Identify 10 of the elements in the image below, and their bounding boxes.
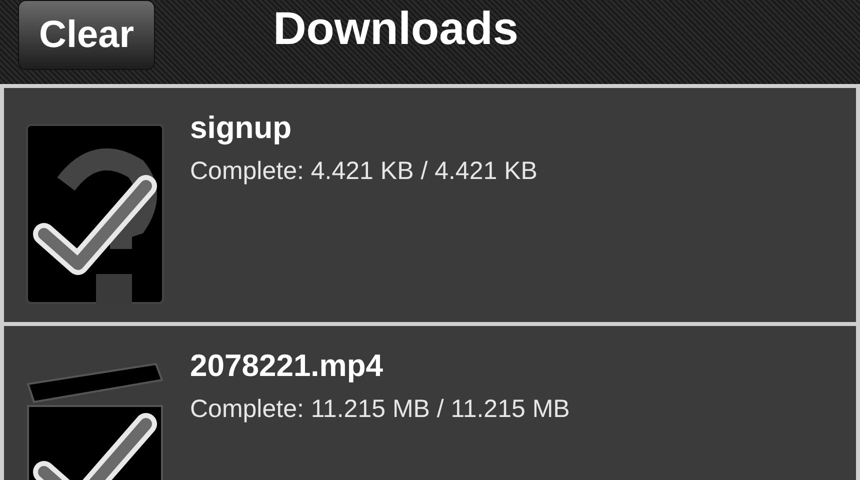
download-status: Complete: 4.421 KB / 4.421 KB bbox=[190, 156, 538, 186]
clear-button[interactable]: Clear bbox=[18, 0, 156, 70]
file-name: signup bbox=[190, 110, 293, 146]
clapperboard-check-icon bbox=[26, 362, 166, 480]
screen-title: Downloads bbox=[273, 0, 518, 56]
download-row[interactable]: signup Complete: 4.421 KB / 4.421 KB bbox=[0, 88, 860, 326]
download-status: Complete: 11.215 MB / 11.215 MB bbox=[190, 394, 570, 424]
file-name: 2078221.mp4 bbox=[190, 348, 384, 384]
document-check-icon bbox=[26, 124, 166, 306]
download-row[interactable]: 2078221.mp4 Complete: 11.215 MB / 11.215 MB bbox=[0, 326, 860, 480]
